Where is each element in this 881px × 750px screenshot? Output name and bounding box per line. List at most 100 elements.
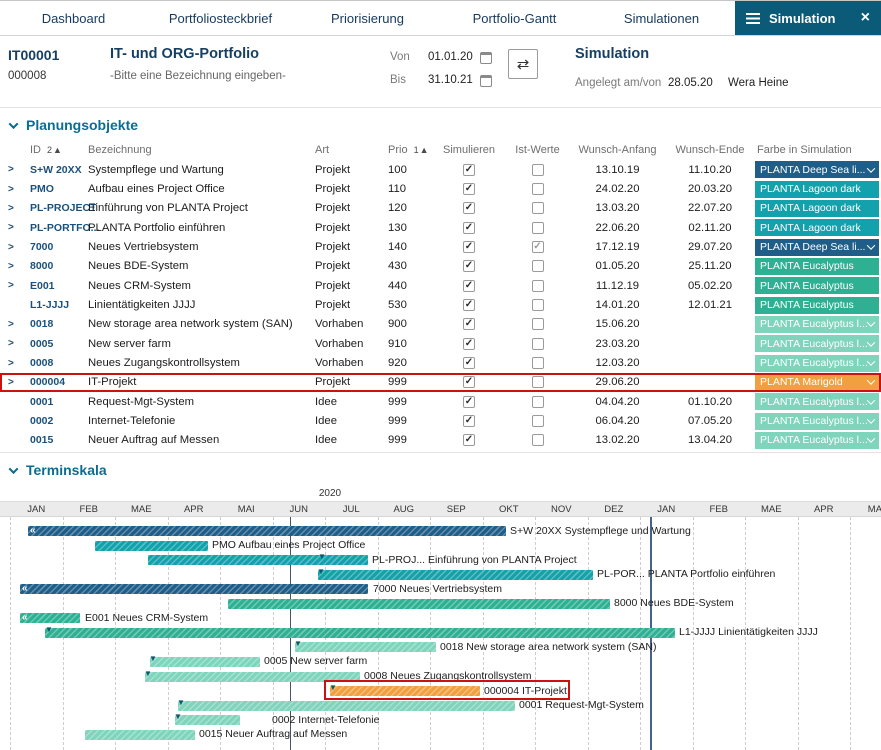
expand-arrow[interactable]: >	[8, 338, 30, 349]
farbe-dropdown[interactable]: PLANTA Marigold	[755, 374, 879, 391]
farbe-dropdown[interactable]: PLANTA Eucalyptus l...	[755, 413, 879, 430]
col-art[interactable]: Art	[315, 144, 388, 156]
gantt-bar-7000-neues-vertriebsystem[interactable]: «	[20, 584, 368, 594]
nav-tab-simulationen[interactable]: Simulationen	[588, 1, 735, 35]
simulieren-checkbox[interactable]: ✓	[463, 202, 475, 214]
close-icon[interactable]: ×	[861, 10, 870, 26]
simulieren-checkbox[interactable]: ✓	[463, 357, 475, 369]
istwerte-checkbox[interactable]	[532, 164, 544, 176]
simulieren-checkbox[interactable]: ✓	[463, 222, 475, 234]
table-row-0015[interactable]: 0015Neuer Auftrag auf MessenIdee999✓13.0…	[0, 431, 881, 450]
farbe-dropdown[interactable]: PLANTA Lagoon dark	[755, 200, 879, 217]
table-row-0001[interactable]: 0001Request-Mgt-SystemIdee999✓04.04.2001…	[0, 392, 881, 411]
istwerte-checkbox[interactable]	[532, 376, 544, 388]
gantt-bar-e001-neues-crm-system[interactable]: «	[20, 613, 80, 623]
simulieren-checkbox[interactable]: ✓	[463, 396, 475, 408]
istwerte-checkbox[interactable]	[532, 396, 544, 408]
farbe-dropdown[interactable]: PLANTA Deep Sea li...	[755, 239, 879, 256]
simulieren-checkbox[interactable]: ✓	[463, 376, 475, 388]
expand-arrow[interactable]: >	[8, 164, 30, 175]
istwerte-checkbox[interactable]	[532, 280, 544, 292]
gantt-bar-8000-neues-bde-system[interactable]	[228, 599, 610, 609]
simulieren-checkbox[interactable]: ✓	[463, 318, 475, 330]
expand-arrow[interactable]: >	[8, 358, 30, 369]
collapse-chevron-icon[interactable]	[9, 119, 19, 129]
table-row-7000[interactable]: >7000Neues VertriebsystemProjekt140✓✓17.…	[0, 237, 881, 256]
istwerte-checkbox[interactable]	[532, 357, 544, 369]
simulieren-checkbox[interactable]: ✓	[463, 415, 475, 427]
expand-arrow[interactable]: >	[8, 222, 30, 233]
expand-arrow[interactable]: >	[8, 377, 30, 388]
farbe-dropdown[interactable]: PLANTA Lagoon dark	[755, 219, 879, 236]
farbe-dropdown[interactable]: PLANTA Eucalyptus l...	[755, 432, 879, 449]
table-row-pl-portfo[interactable]: >PL-PORTFO...PLANTA Portfolio einführenP…	[0, 218, 881, 237]
von-value[interactable]: 01.01.20	[428, 51, 473, 63]
table-row-0005[interactable]: >0005New server farmVorhaben910✓23.03.20…	[0, 334, 881, 353]
menu-icon[interactable]	[746, 13, 760, 24]
simulieren-checkbox[interactable]: ✓	[463, 434, 475, 446]
simulieren-checkbox[interactable]: ✓	[463, 338, 475, 350]
istwerte-checkbox[interactable]	[532, 338, 544, 350]
simulieren-checkbox[interactable]: ✓	[463, 164, 475, 176]
col-simulieren[interactable]: Simulieren	[433, 144, 505, 156]
farbe-dropdown[interactable]: PLANTA Lagoon dark	[755, 181, 879, 198]
gantt-bar-pmo-aufbau-eines-project-office[interactable]	[95, 541, 208, 551]
istwerte-checkbox[interactable]	[532, 318, 544, 330]
nav-tab-portfoliosteckbrief[interactable]: Portfoliosteckbrief	[147, 1, 294, 35]
gantt-bar-s-w-20xx-systempflege-und-wartung[interactable]: «	[28, 526, 506, 536]
istwerte-checkbox[interactable]: ✓	[532, 241, 544, 253]
farbe-dropdown[interactable]: PLANTA Deep Sea li...	[755, 161, 879, 178]
table-row-8000[interactable]: >8000Neues BDE-SystemProjekt430✓01.05.20…	[0, 257, 881, 276]
gantt-bar-0002-internet-telefonie[interactable]	[175, 715, 240, 725]
expand-arrow[interactable]: >	[8, 280, 30, 291]
table-row-pl-project[interactable]: >PL-PROJECTEinführung von PLANTA Project…	[0, 199, 881, 218]
nav-tab-portfolio-gantt[interactable]: Portfolio-Gantt	[441, 1, 588, 35]
collapse-chevron-icon[interactable]	[9, 464, 19, 474]
expand-arrow[interactable]: >	[8, 261, 30, 272]
active-tab-simulation[interactable]: Simulation ×	[735, 1, 881, 35]
calendar-icon-von[interactable]	[480, 52, 492, 64]
farbe-dropdown[interactable]: PLANTA Eucalyptus l...	[755, 335, 879, 352]
farbe-dropdown[interactable]: PLANTA Eucalyptus	[755, 297, 879, 314]
istwerte-checkbox[interactable]	[532, 183, 544, 195]
expand-arrow[interactable]: >	[8, 319, 30, 330]
istwerte-checkbox[interactable]	[532, 299, 544, 311]
table-row-l1-jjjj[interactable]: L1-JJJJLinientätigkeiten JJJJProjekt530✓…	[0, 295, 881, 314]
simulieren-checkbox[interactable]: ✓	[463, 241, 475, 253]
table-row-s-w-20xx[interactable]: >S+W 20XXSystempflege und WartungProjekt…	[0, 160, 881, 179]
istwerte-checkbox[interactable]	[532, 260, 544, 272]
farbe-dropdown[interactable]: PLANTA Eucalyptus l...	[755, 316, 879, 333]
table-row-0018[interactable]: >0018New storage area network system (SA…	[0, 315, 881, 334]
refresh-button[interactable]: ⇄	[508, 49, 538, 79]
gantt-bar-pl-por-planta-portfolio-einf-hren[interactable]	[318, 570, 593, 580]
expand-arrow[interactable]: >	[8, 203, 30, 214]
istwerte-checkbox[interactable]	[532, 222, 544, 234]
table-row-000004[interactable]: >000004IT-ProjektProjekt999✓29.06.20PLAN…	[0, 373, 881, 392]
istwerte-checkbox[interactable]	[532, 434, 544, 446]
expand-arrow[interactable]: >	[8, 242, 30, 253]
simulieren-checkbox[interactable]: ✓	[463, 280, 475, 292]
farbe-dropdown[interactable]: PLANTA Eucalyptus l...	[755, 393, 879, 410]
calendar-icon-bis[interactable]	[480, 75, 492, 87]
expand-arrow[interactable]: >	[8, 184, 30, 195]
gantt-bar-0015-neuer-auftrag-auf-messen[interactable]	[85, 730, 195, 740]
gantt-bar-0001-request-mgt-system[interactable]	[178, 701, 515, 711]
col-wunsch-anfang[interactable]: Wunsch-Anfang	[570, 144, 665, 156]
gantt-bar-l1-jjjj-linient-tigkeiten-jjjj[interactable]	[45, 628, 675, 638]
col-farbe-in-simulation[interactable]: Farbe in Simulation	[755, 144, 879, 156]
table-row-e001[interactable]: >E001Neues CRM-SystemProjekt440✓11.12.19…	[0, 276, 881, 295]
simulieren-checkbox[interactable]: ✓	[463, 299, 475, 311]
gantt-bar-0018-new-storage-area-network-system-san[interactable]	[295, 642, 436, 652]
istwerte-checkbox[interactable]	[532, 202, 544, 214]
farbe-dropdown[interactable]: PLANTA Eucalyptus	[755, 277, 879, 294]
col-ist-werte[interactable]: Ist-Werte	[505, 144, 570, 156]
istwerte-checkbox[interactable]	[532, 415, 544, 427]
col-wunsch-ende[interactable]: Wunsch-Ende	[665, 144, 755, 156]
bis-value[interactable]: 31.10.21	[428, 74, 473, 86]
gantt-bar-pl-proj-einf-hrung-von-planta-project[interactable]	[148, 555, 368, 565]
table-row-pmo[interactable]: >PMOAufbau eines Project OfficeProjekt11…	[0, 179, 881, 198]
nav-tab-dashboard[interactable]: Dashboard	[0, 1, 147, 35]
col-prio[interactable]: Prio1▲	[388, 144, 433, 156]
col-id[interactable]: ID2▲	[30, 144, 88, 156]
simulieren-checkbox[interactable]: ✓	[463, 183, 475, 195]
